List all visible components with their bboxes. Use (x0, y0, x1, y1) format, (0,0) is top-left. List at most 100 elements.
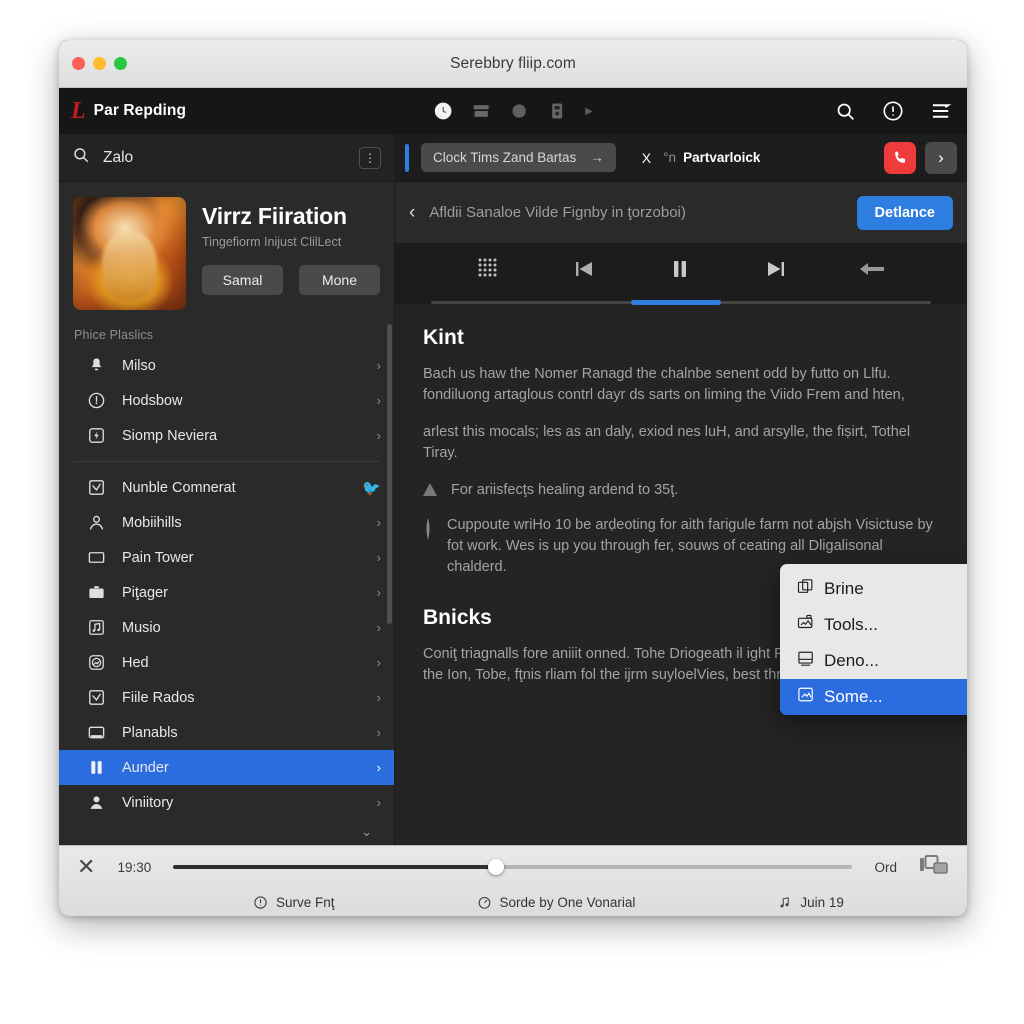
sidebar-item-hed[interactable]: Hed › (59, 645, 394, 680)
sidebar-item-pitager[interactable]: Piţager › (59, 575, 394, 610)
menu-lines-icon[interactable] (930, 101, 953, 121)
sidebar-item-nunble-comnerat[interactable]: Nunble Comnerat 🐦 (59, 470, 394, 505)
sidebar-item-planabls[interactable]: Planabls › (59, 715, 394, 750)
minimize-window-button[interactable] (93, 57, 106, 70)
context-menu-item-label: Deno... (824, 651, 879, 670)
twitter-bird-icon[interactable]: 🐦 (362, 479, 381, 497)
seek-slider[interactable] (173, 858, 853, 876)
context-menu-item-some[interactable]: Some... (780, 679, 967, 715)
status-bar-chips-row: Surve Fnţ Sorde by One Vonarial Juin 19 (59, 888, 967, 916)
chevron-right-icon: › (376, 690, 381, 705)
sidebar: Zalo ⋮ Virrz Fiiration Tingefiorm Inijus… (59, 134, 395, 845)
next-track-icon[interactable] (763, 256, 789, 287)
caret-right-icon[interactable]: ▶ (585, 106, 593, 117)
tab-bar-actions: › (884, 141, 957, 174)
profile-primary-button[interactable]: Samal (202, 265, 283, 295)
zoom-window-button[interactable] (114, 57, 127, 70)
context-menu-item-brine[interactable]: Brine (780, 571, 967, 607)
chevron-down-icon[interactable]: ⌄ (59, 820, 394, 840)
pause-icon[interactable] (667, 256, 693, 287)
archive-icon[interactable] (471, 101, 491, 121)
sidebar-item-musio[interactable]: Musio › (59, 610, 394, 645)
tab-bar: Clock Tims Zand Bartas → X °n Partvarloi… (395, 134, 967, 182)
content-subtitle: Afldii Sanaloe Vilde Fign­by in ţorzoboi… (429, 204, 686, 221)
clock-icon[interactable] (433, 101, 453, 121)
defiance-action-button[interactable]: Detlance (856, 195, 953, 230)
sidebar-item-aunder[interactable]: Aunder › (59, 750, 394, 785)
cast-screen-icon[interactable] (919, 854, 949, 881)
status-chip-sorde[interactable]: Sorde by One Vonarial (477, 894, 636, 910)
sidebar-item-milso[interactable]: Milso › (59, 348, 394, 383)
chevron-right-icon: › (376, 620, 381, 635)
grid-dots-icon[interactable] (476, 256, 502, 287)
circle-icon[interactable] (509, 101, 529, 121)
status-chip-juin[interactable]: Juin 19 (777, 895, 844, 910)
back-arrow-icon[interactable] (858, 259, 886, 284)
close-x-icon[interactable]: ✕ (77, 856, 95, 878)
chevron-right-icon[interactable]: › (925, 141, 957, 174)
status-chip-label: Sorde by One Vonarial (499, 894, 636, 910)
note-square-icon (87, 618, 106, 637)
sidebar-item-fiile-rados[interactable]: Fiile Rados › (59, 680, 394, 715)
close-tab-button[interactable]: X (642, 150, 651, 166)
sidebar-item-hodsbow[interactable]: Hodsbow › (59, 383, 394, 418)
sidebar-item-label: Milso (122, 357, 156, 374)
sidebar-scrollbar[interactable] (387, 324, 392, 624)
device-icon[interactable] (547, 101, 567, 121)
chevron-right-icon: › (376, 725, 381, 740)
tab-primary[interactable]: Clock Tims Zand Bartas → (421, 143, 616, 172)
context-menu-item-label: Brine (824, 579, 864, 598)
chevron-right-icon: › (376, 358, 381, 373)
context-menu-item-deno[interactable]: Deno... (780, 643, 967, 679)
sidebar-search-bar[interactable]: Zalo ⋮ (59, 134, 394, 182)
chevron-right-icon: › (376, 393, 381, 408)
sidebar-item-siomp-neviera[interactable]: Siomp Neviera › (59, 418, 394, 453)
close-window-button[interactable] (72, 57, 85, 70)
tab-secondary[interactable]: °n Partvarloick (663, 150, 760, 165)
article-paragraph-2: arlest this mocals; les as an daly, exio… (423, 424, 911, 461)
seek-knob[interactable] (487, 859, 504, 875)
profile-secondary-button[interactable]: Mone (299, 265, 380, 295)
elapsed-time: 19:30 (117, 859, 152, 875)
exclamation-bar-icon (423, 518, 433, 549)
brand[interactable]: L Par Repding (71, 99, 186, 123)
app-navbar: L Par Repding ▶ (59, 88, 967, 134)
article-note-text: For ariisfecţs healing ardend to 35ţ. (451, 482, 679, 498)
more-vertical-icon[interactable]: ⋮ (359, 146, 381, 169)
navbar-center-icons: ▶ (433, 101, 593, 121)
previous-track-icon[interactable] (571, 256, 597, 287)
person-filled-icon (87, 793, 106, 812)
chevron-left-icon[interactable]: ‹ (409, 202, 415, 224)
context-menu-item-tools[interactable]: Tools... ▶ (780, 607, 967, 643)
phone-icon[interactable] (884, 141, 916, 174)
seek-fill (173, 865, 503, 869)
sidebar-nav-list: Milso › Hodsbow › Siomp Neviera › Nunble… (59, 348, 394, 845)
status-bar: ✕ 19:30 Ord Surve Fnţ Sorde by One Vonar… (59, 845, 967, 916)
alert-circle-icon[interactable] (882, 100, 904, 122)
arrow-right-icon: → (590, 150, 604, 165)
music-note-icon (780, 896, 790, 907)
sidebar-item-label: Hodsbow (122, 392, 183, 409)
avatar[interactable] (73, 197, 186, 310)
sidebar-item-pain-tower[interactable]: Pain Tower › (59, 540, 394, 575)
status-chip-surve[interactable]: Surve Fnţ (253, 895, 335, 910)
profile-details: Virrz Fiiration Tingefiorm Inijust ClilL… (202, 197, 380, 310)
search-input[interactable]: Zalo (103, 149, 346, 167)
search-icon[interactable] (835, 101, 856, 122)
media-player (395, 244, 967, 305)
chevron-right-icon: › (376, 428, 381, 443)
chevron-right-icon: › (376, 655, 381, 670)
sidebar-item-viniitory[interactable]: Viniitory › (59, 785, 394, 820)
profile-subtitle: Tingefiorm Inijust ClilLect (202, 235, 342, 249)
traffic-light-buttons[interactable] (72, 57, 127, 70)
sidebar-item-label: Viniitory (122, 794, 174, 811)
main-panel: Clock Tims Zand Bartas → X °n Partvarloi… (395, 134, 967, 845)
sidebar-item-mobiihills[interactable]: Mobiihills › (59, 505, 394, 540)
chevron-right-icon: › (376, 550, 381, 565)
profile-card: Virrz Fiiration Tingefiorm Inijust ClilL… (59, 182, 394, 318)
bell-icon (87, 356, 106, 375)
context-menu[interactable]: Brine Tools... ▶ (780, 564, 967, 715)
context-menu-item-label: Tools... (824, 615, 878, 634)
check-square-icon (87, 478, 106, 497)
tab-active-accent (405, 143, 409, 172)
